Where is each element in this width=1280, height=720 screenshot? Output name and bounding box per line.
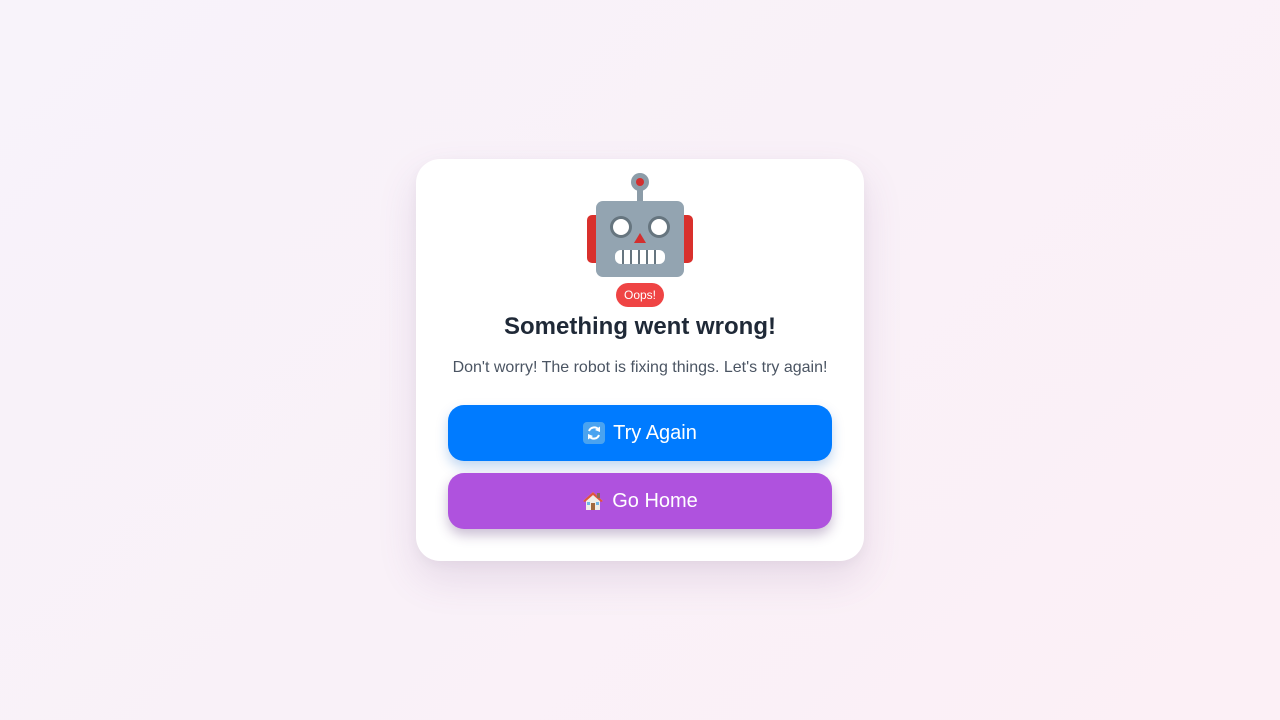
home-icon	[582, 490, 604, 512]
go-home-label: Go Home	[612, 489, 698, 512]
try-again-label: Try Again	[613, 421, 697, 444]
refresh-icon	[583, 422, 606, 444]
robot-icon	[587, 173, 693, 277]
go-home-button[interactable]: Go Home	[448, 473, 832, 529]
error-title: Something went wrong!	[504, 313, 776, 340]
error-message: Don't worry! The robot is fixing things.…	[452, 359, 828, 376]
oops-badge: Oops!	[615, 283, 665, 307]
error-card: Oops! Something went wrong! Don't worry!…	[416, 159, 864, 561]
try-again-button[interactable]: Try Again	[448, 405, 832, 461]
robot-illustration: Oops!	[585, 171, 695, 307]
